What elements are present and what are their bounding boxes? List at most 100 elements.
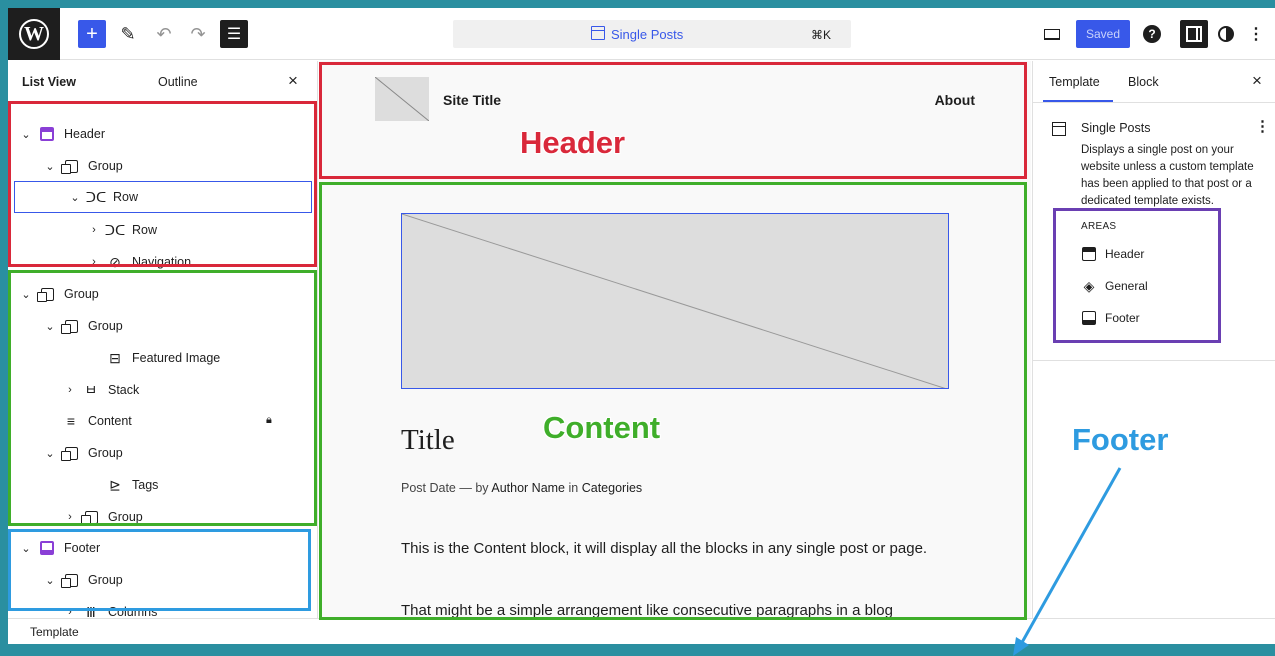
chevron-down-icon[interactable]: ⌄ — [42, 447, 58, 460]
template-part-icon — [40, 127, 54, 141]
chevron-right-icon[interactable]: › — [62, 511, 78, 523]
close-icon[interactable]: × — [1252, 71, 1262, 91]
tab-template[interactable]: Template — [1049, 75, 1100, 89]
placeholder-diagonal — [375, 77, 429, 121]
group-icon — [60, 159, 78, 174]
meta-separator: — — [459, 481, 472, 495]
chevron-down-icon[interactable]: ⌄ — [67, 191, 83, 204]
tab-block[interactable]: Block — [1128, 75, 1159, 89]
document-overview-button[interactable]: ☰ — [220, 20, 248, 48]
area-item-footer[interactable]: Footer — [1081, 308, 1140, 328]
block-inserter-button[interactable]: + — [78, 20, 106, 48]
tab-outline[interactable]: Outline — [158, 75, 198, 89]
area-label: Footer — [1105, 311, 1140, 325]
area-item-general[interactable]: ◈ General — [1081, 276, 1148, 296]
close-icon[interactable]: × — [288, 71, 298, 91]
redo-button[interactable]: ↷ — [186, 20, 210, 48]
meta-in: in — [568, 481, 579, 495]
contrast-icon — [1218, 26, 1234, 42]
area-item-header[interactable]: Header — [1081, 244, 1144, 264]
list-item[interactable]: ⌄ Footer — [18, 532, 100, 564]
redo-icon: ↷ — [190, 23, 206, 44]
list-item[interactable]: ⌄ Group — [18, 278, 99, 310]
chevron-right-icon[interactable]: › — [62, 606, 78, 618]
post-date[interactable]: Post Date — [401, 481, 456, 495]
content-paragraph[interactable]: That might be a simple arrangement like … — [401, 599, 961, 618]
help-button[interactable]: ? — [1142, 20, 1162, 48]
list-item-label: Group — [88, 159, 123, 173]
chevron-right-icon[interactable]: › — [62, 384, 78, 396]
site-logo-placeholder[interactable] — [375, 77, 429, 121]
row-icon: ᑐᑕ — [104, 221, 126, 238]
list-item[interactable]: ⌄ Group — [42, 310, 123, 342]
list-item-label: Header — [64, 127, 105, 141]
styles-button[interactable] — [1216, 20, 1236, 48]
more-vertical-icon: ⋮ — [1248, 26, 1264, 43]
template-name: Single Posts — [1081, 121, 1151, 135]
wordpress-logo-button[interactable]: W — [8, 8, 60, 60]
chevron-down-icon[interactable]: ⌄ — [18, 288, 34, 301]
list-item-label: Group — [64, 287, 99, 301]
device-preview-button[interactable] — [1042, 20, 1062, 48]
editor-canvas[interactable]: Site Title About Title Post Date — by Au… — [319, 61, 1031, 618]
chevron-down-icon[interactable]: ⌄ — [42, 320, 58, 333]
list-item-selected[interactable]: ⌄ ᑐᑕ Row — [14, 181, 312, 213]
list-item[interactable]: › Ⅲ Columns — [62, 596, 157, 619]
divider — [1033, 360, 1275, 361]
active-tab-indicator — [1043, 100, 1113, 102]
list-item[interactable]: ⌄ Group — [42, 150, 123, 182]
document-title: Single Posts — [611, 27, 684, 42]
tools-button[interactable]: ✎ — [116, 20, 140, 48]
symbol-icon: ◈ — [1083, 277, 1095, 294]
list-item[interactable]: › ⊘ Navigation — [86, 246, 191, 278]
list-item-label: Group — [88, 573, 123, 587]
list-item[interactable]: ≡ Content — [58, 405, 132, 437]
wordpress-icon: W — [19, 19, 49, 49]
featured-image-placeholder[interactable] — [401, 213, 949, 389]
list-item[interactable]: › Group — [62, 501, 143, 533]
chevron-right-icon[interactable]: › — [86, 256, 102, 268]
list-item-label: Navigation — [132, 255, 192, 269]
undo-button[interactable]: ↶ — [152, 20, 176, 48]
list-item[interactable]: ⌄ Group — [42, 437, 123, 469]
chevron-down-icon[interactable]: ⌄ — [42, 160, 58, 173]
post-title[interactable]: Title — [401, 424, 455, 457]
list-item[interactable]: ⊵ Tags — [86, 469, 158, 501]
save-button[interactable]: Saved — [1076, 20, 1130, 48]
chevron-down-icon[interactable]: ⌄ — [42, 574, 58, 587]
template-icon — [591, 26, 605, 40]
list-item-label: Group — [88, 446, 123, 460]
chevron-right-icon[interactable]: › — [86, 224, 102, 236]
plus-icon: + — [86, 22, 98, 45]
placeholder-diagonal — [402, 214, 946, 388]
command-palette-bar[interactable]: Single Posts ⌘K — [453, 20, 851, 48]
list-item-label: Row — [132, 223, 158, 237]
group-icon — [60, 573, 78, 588]
settings-button[interactable] — [1180, 20, 1208, 48]
list-item[interactable]: › ㅂ Stack — [62, 374, 139, 406]
tab-list-view[interactable]: List View — [22, 75, 76, 89]
post-categories[interactable]: Categories — [582, 481, 642, 495]
list-item[interactable]: ⌄ Header — [18, 118, 105, 150]
content-paragraph[interactable]: This is the Content block, it will displ… — [401, 537, 941, 560]
options-button[interactable]: ⋮ — [1248, 20, 1264, 48]
site-title[interactable]: Site Title — [443, 92, 501, 108]
list-item-label: Content — [88, 414, 132, 428]
navigation-link[interactable]: About — [935, 92, 975, 108]
template-description: Displays a single post on your website u… — [1081, 144, 1254, 207]
breadcrumb[interactable]: Template — [30, 625, 79, 639]
group-icon — [60, 446, 78, 461]
more-vertical-icon[interactable]: ⋮ — [1255, 117, 1270, 135]
featured-image-icon: ⊟ — [109, 349, 121, 366]
list-item-label: Featured Image — [132, 351, 221, 365]
list-item-label: Row — [113, 190, 139, 204]
chevron-down-icon[interactable]: ⌄ — [18, 542, 34, 555]
lock-icon: 🔒︎ — [266, 414, 272, 426]
chevron-down-icon[interactable]: ⌄ — [18, 128, 34, 141]
post-author[interactable]: Author Name — [491, 481, 565, 495]
list-item[interactable]: › ᑐᑕ Row — [86, 214, 157, 246]
footer-icon — [1082, 311, 1096, 325]
list-item-label: Group — [88, 319, 123, 333]
list-item[interactable]: ⌄ Group — [42, 564, 123, 596]
list-item[interactable]: ⊟ Featured Image — [86, 342, 220, 374]
